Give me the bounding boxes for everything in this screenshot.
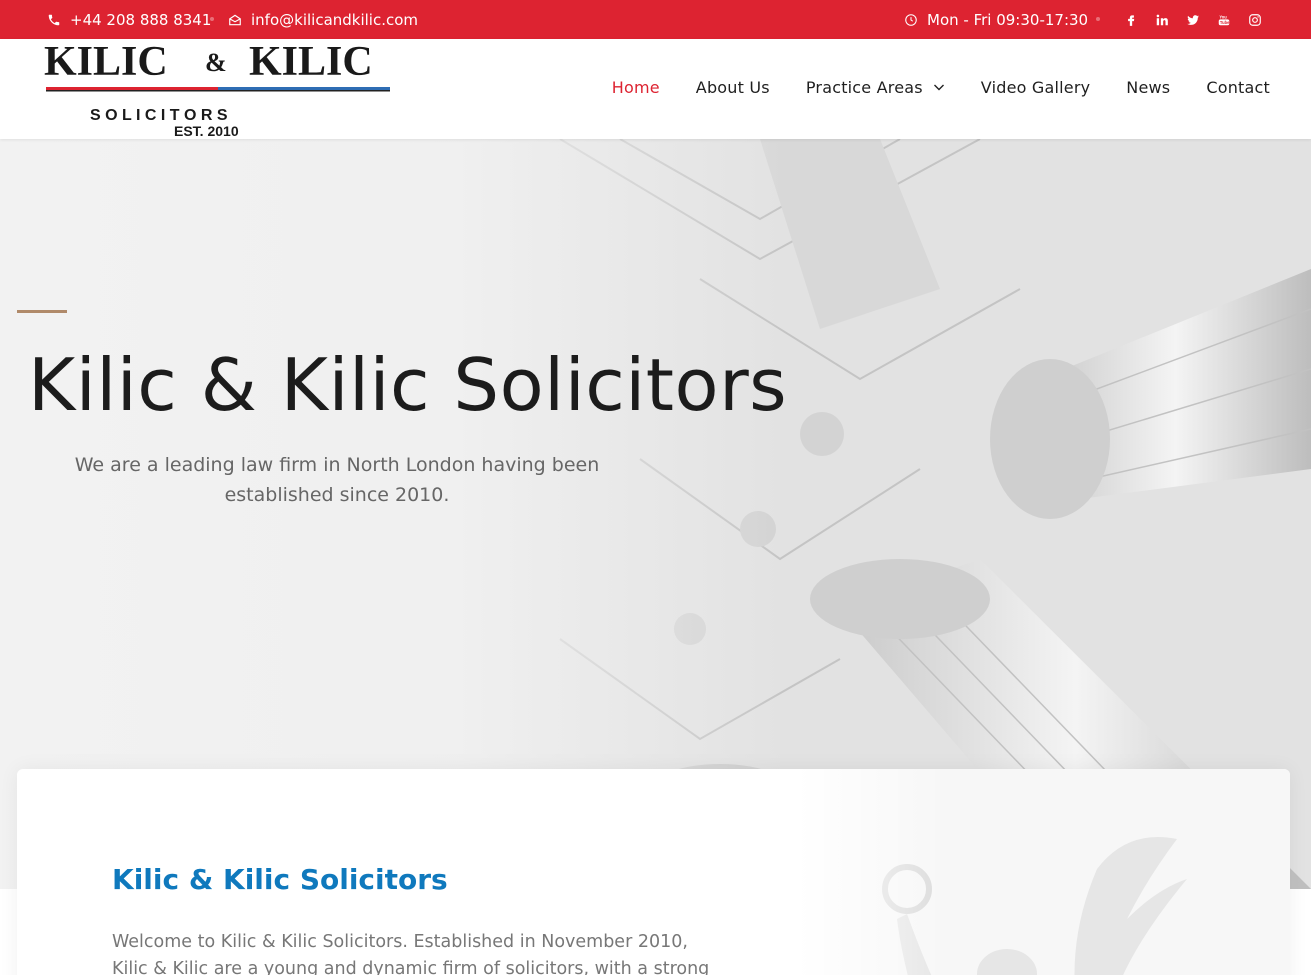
logo-established: EST. 2010 [174, 123, 239, 139]
main-navigation: Home About Us Practice Areas Video Galle… [576, 39, 1270, 135]
about-title: Kilic & Kilic Solicitors [112, 863, 448, 896]
hero-subtitle: We are a leading law firm in North Londo… [74, 454, 600, 506]
instagram-icon[interactable] [1247, 12, 1263, 28]
linkedin-icon[interactable] [1154, 12, 1170, 28]
youtube-icon[interactable]: You Tube [1216, 12, 1232, 28]
nav-video-gallery[interactable]: Video Gallery [981, 78, 1091, 97]
clock-icon [903, 12, 919, 28]
nav-practice-areas[interactable]: Practice Areas [806, 78, 945, 97]
facebook-icon[interactable] [1123, 12, 1139, 28]
email-address: info@kilicandkilic.com [251, 10, 419, 29]
nav-label: Practice Areas [805, 77, 923, 97]
hours-text: Mon - Fri 09:30-17:30 [927, 10, 1089, 29]
phone-contact[interactable]: +44 208 888 8341 [46, 0, 211, 39]
email-contact[interactable]: info@kilicandkilic.com [227, 0, 418, 39]
nav-label: About Us [695, 77, 770, 97]
about-text: Welcome to Kilic & Kilic Solicitors. Est… [112, 932, 710, 975]
separator-dot [210, 17, 214, 21]
site-header: KILIC & KILIC S O L I C I T O R S EST. 2… [0, 39, 1311, 139]
nav-label: Home [611, 77, 660, 97]
nav-label: News [1126, 77, 1171, 97]
svg-text:Tube: Tube [1220, 20, 1230, 25]
svg-text:You: You [1219, 14, 1227, 19]
envelope-icon [227, 12, 243, 28]
logo-word-left: KILIC [44, 39, 168, 85]
nav-about-us[interactable]: About Us [696, 78, 770, 97]
nav-label: Contact [1206, 77, 1270, 97]
angel-statue-image [797, 769, 1290, 975]
office-hours: Mon - Fri 09:30-17:30 [903, 0, 1088, 39]
logo-ampersand: & [205, 48, 227, 77]
about-card: Kilic & Kilic Solicitors Welcome to Kili… [17, 769, 1290, 975]
logo-word-right: KILIC [249, 39, 373, 85]
nav-label: Video Gallery [980, 77, 1091, 97]
hero-accent-line [17, 310, 67, 313]
site-logo[interactable]: KILIC & KILIC S O L I C I T O R S EST. 2… [44, 39, 394, 139]
nav-contact[interactable]: Contact [1206, 78, 1270, 97]
separator-dot [1096, 17, 1100, 21]
phone-number: +44 208 888 8341 [70, 10, 212, 29]
chevron-down-icon [933, 81, 945, 93]
twitter-icon[interactable] [1185, 12, 1201, 28]
logo-subtitle: S O L I C I T O R S [90, 107, 228, 124]
social-links: You Tube [1123, 0, 1263, 39]
top-bar: +44 208 888 8341 info@kilicandkilic.com … [0, 0, 1311, 39]
nav-news[interactable]: News [1126, 78, 1170, 97]
nav-home[interactable]: Home [612, 78, 660, 97]
phone-icon [46, 12, 62, 28]
hero-title: Kilic & Kilic Solicitors [28, 343, 788, 427]
